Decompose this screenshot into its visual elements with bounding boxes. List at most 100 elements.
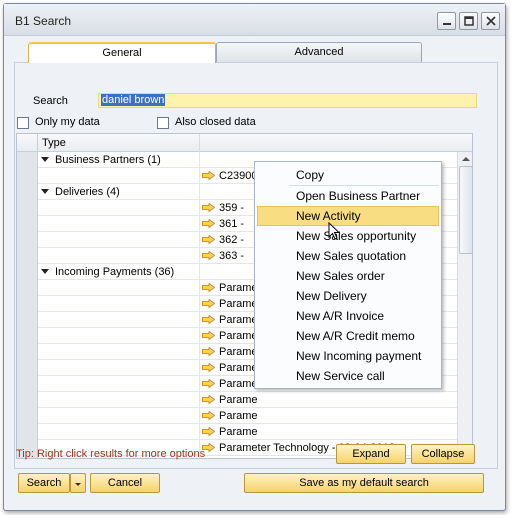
chevron-down-icon [75,483,81,486]
link-arrow-icon[interactable] [202,362,219,374]
result-cell[interactable]: Parame [200,424,457,440]
link-arrow-icon[interactable] [202,202,219,214]
type-cell [38,216,200,232]
save-default-search-button[interactable]: Save as my default search [244,473,484,493]
link-arrow-icon[interactable] [202,394,219,406]
tab-general[interactable]: General [28,42,216,63]
row-header [17,248,38,264]
type-cell [38,408,200,424]
row-header [17,360,38,376]
type-cell [38,296,200,312]
row-header [17,296,38,312]
context-menu-item[interactable]: New Incoming payment [257,346,439,366]
type-cell [38,344,200,360]
maximize-button[interactable] [459,12,478,30]
context-menu-item[interactable]: New A/R Credit memo [257,326,439,346]
cancel-button[interactable]: Cancel [90,473,160,493]
row-header [17,152,38,168]
group-label-text: Incoming Payments (36) [55,266,175,278]
type-cell [38,280,200,296]
expander-icon[interactable] [41,189,49,194]
minimize-icon [443,23,451,25]
search-options-dropdown[interactable] [70,473,86,493]
context-menu-item[interactable]: New A/R Invoice [257,306,439,326]
type-cell [38,424,200,440]
row-header [17,280,38,296]
group-label[interactable]: Business Partners (1) [38,152,200,168]
type-cell [38,376,200,392]
result-text: Parame [219,282,258,294]
link-arrow-icon[interactable] [202,314,219,326]
row-header [17,424,38,440]
row-header-corner [17,134,38,152]
row-header [17,184,38,200]
search-button[interactable]: Search [18,473,70,493]
context-menu-item[interactable]: New Service call [257,366,439,386]
link-arrow-icon[interactable] [202,234,219,246]
expander-icon[interactable] [41,269,49,274]
close-icon [486,16,496,26]
context-menu: Copy Open Business Partner New Activity New… [254,161,442,389]
result-text: 361 - [219,218,245,230]
link-arrow-icon[interactable] [202,378,219,390]
table-row[interactable]: Parame [17,424,457,440]
tip-text: Tip: Right click results for more option… [16,448,206,460]
tab-advanced[interactable]: Advanced [216,42,422,62]
context-menu-item[interactable]: New Activity [257,206,439,226]
context-menu-item[interactable]: Copy [257,165,439,185]
row-header [17,232,38,248]
link-arrow-icon[interactable] [202,250,219,262]
link-arrow-icon[interactable] [202,346,219,358]
context-menu-item[interactable]: New Sales order [257,266,439,286]
result-text: 362 - [219,234,245,246]
result-text: Parame [219,298,258,310]
collapse-button[interactable]: Collapse [411,444,475,464]
result-text: Parame [219,346,258,358]
context-menu-item[interactable]: New Sales quotation [257,246,439,266]
link-arrow-icon[interactable] [202,170,219,182]
context-menu-item[interactable]: New Delivery [257,286,439,306]
type-cell [38,232,200,248]
link-arrow-icon[interactable] [202,426,219,438]
vertical-scrollbar[interactable] [457,152,472,458]
grid-header: Type [17,134,472,152]
context-menu-item[interactable]: Open Business Partner [257,186,439,206]
table-row[interactable]: Parame [17,392,457,408]
result-cell[interactable]: Parame [200,392,457,408]
type-cell [38,248,200,264]
group-label-text: Deliveries (4) [55,186,120,198]
table-row[interactable]: Parame [17,408,457,424]
only-my-data-checkbox[interactable] [17,117,29,129]
type-cell [38,392,200,408]
minimize-button[interactable] [437,12,456,30]
link-arrow-icon[interactable] [202,330,219,342]
close-button[interactable] [481,12,500,30]
type-cell [38,312,200,328]
search-input[interactable]: daniel brown [98,93,477,108]
group-label[interactable]: Deliveries (4) [38,184,200,200]
group-label[interactable]: Incoming Payments (36) [38,264,200,280]
row-header [17,392,38,408]
result-text: Parame [219,394,258,406]
scroll-thumb[interactable] [459,166,472,254]
link-arrow-icon[interactable] [202,218,219,230]
also-closed-data-checkbox[interactable] [157,117,169,129]
window-title: B1 Search [15,14,72,28]
result-text: Parame [219,314,258,326]
type-column-header[interactable]: Type [38,134,200,152]
only-my-data-label: Only my data [35,116,100,128]
link-arrow-icon[interactable] [202,298,219,310]
row-header [17,216,38,232]
scroll-up-button[interactable] [458,152,472,166]
context-menu-item[interactable]: New Sales opportunity [257,226,439,246]
result-text: Parame [219,426,258,438]
row-header [17,408,38,424]
expander-icon[interactable] [41,157,49,162]
expand-button[interactable]: Expand [336,444,406,464]
result-cell[interactable]: Parame [200,408,457,424]
row-header [17,328,38,344]
link-arrow-icon[interactable] [202,282,219,294]
link-arrow-icon[interactable] [202,410,219,422]
also-closed-data-label: Also closed data [175,116,256,128]
result-text: 359 - [219,202,245,214]
